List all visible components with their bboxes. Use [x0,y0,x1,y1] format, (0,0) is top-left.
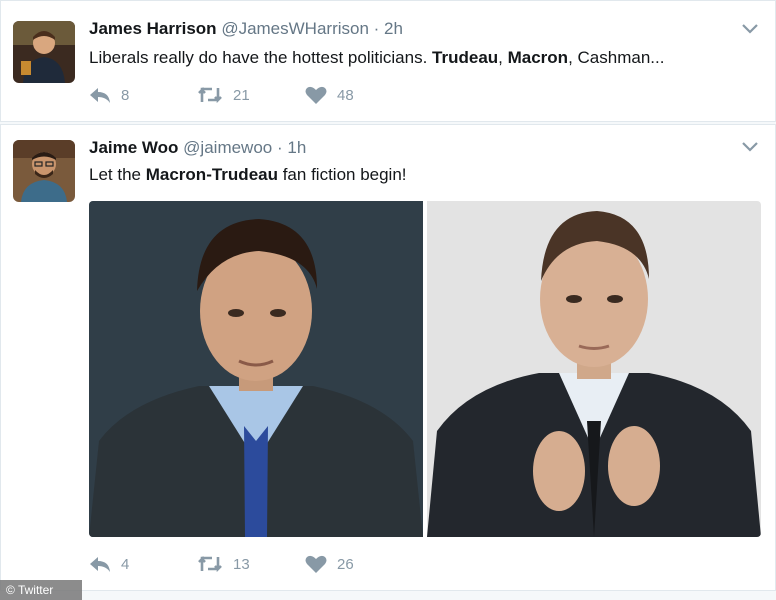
separator: · [368,19,385,38]
photo-left[interactable] [89,201,423,537]
reply-count: 4 [121,555,130,573]
chevron-down-icon[interactable] [741,23,759,35]
retweet-icon [198,555,222,573]
separator: · [272,138,288,157]
tweet-card[interactable]: James Harrison @JamesWHarrison · 2h Libe… [0,0,776,122]
like-button[interactable]: 26 [305,555,354,574]
tweet-text-bold: Macron [145,165,207,184]
author-name[interactable]: Jaime Woo [89,138,178,157]
reply-count: 8 [121,86,130,104]
like-button[interactable]: 48 [305,86,354,105]
reply-icon [90,88,110,103]
tweet-text-bold: Trudeau [432,48,499,67]
tweet-text-bold: Trudeau [211,165,278,184]
tweet-text-bold: Macron [507,48,569,67]
author-name[interactable]: James Harrison [89,19,217,38]
tweet-media[interactable] [89,201,761,537]
tweet-card[interactable]: Jaime Woo @jaimewoo · 1h Let the Macron-… [0,124,776,591]
retweet-button[interactable]: 21 [197,86,250,104]
tweet-text-part: , [498,48,508,67]
watermark: © Twitter [0,580,82,600]
retweet-icon [198,86,222,104]
author-handle[interactable]: @jaimewoo [183,138,272,157]
retweet-count: 13 [233,555,250,573]
chevron-down-icon[interactable] [741,141,759,153]
avatar[interactable] [13,140,75,202]
like-count: 48 [337,87,354,104]
photo-right[interactable] [427,201,761,537]
tweet-text-part: fan fiction begin! [277,165,407,184]
reply-icon [90,557,110,572]
tweet-text-part: Liberals really do have the hottest poli… [89,48,433,67]
tweet-actions: 8 21 48 [89,86,409,108]
avatar[interactable] [13,21,75,83]
tweet-actions: 4 13 26 [89,555,409,577]
like-count: 26 [337,556,354,573]
tweet-text-part: Let the [89,165,146,184]
timestamp[interactable]: 1h [287,138,306,157]
tweet-text: Liberals really do have the hottest poli… [89,48,664,68]
tweet-header: Jaime Woo @jaimewoo · 1h [89,138,306,158]
tweet-text-part: , Cashman... [568,48,665,67]
reply-button[interactable]: 4 [89,555,129,573]
timestamp[interactable]: 2h [384,19,403,38]
heart-icon [305,86,327,104]
tweet-text: Let the Macron-Trudeau fan fiction begin… [89,165,407,185]
heart-icon [305,555,327,573]
retweet-button[interactable]: 13 [197,555,250,573]
retweet-count: 21 [233,86,250,104]
reply-button[interactable]: 8 [89,86,129,104]
tweet-header: James Harrison @JamesWHarrison · 2h [89,19,403,39]
author-handle[interactable]: @JamesWHarrison [221,19,369,38]
